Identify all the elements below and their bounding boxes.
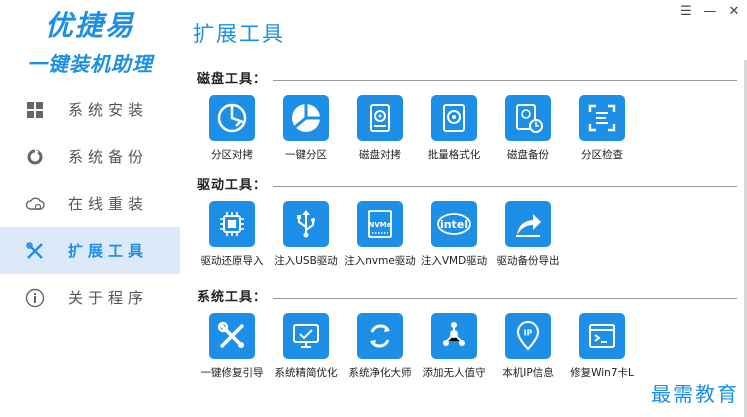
brand-subtitle: 一键装机助理 (27, 52, 153, 76)
tool-fix-win7[interactable]: 修复Win7卡L (565, 313, 639, 380)
batch-format-icon (431, 95, 477, 141)
tool-label: 添加无人值守 (422, 367, 486, 379)
chip-icon (209, 201, 255, 247)
section-header: 系统工具： (197, 286, 737, 305)
ip-location-icon: IP (505, 313, 551, 359)
sidebar-item-about[interactable]: 关于程序 (0, 274, 180, 321)
sidebar-item-extension-tools[interactable]: 扩展工具 (0, 227, 180, 274)
sidebar-item-label: 系统安装 (68, 101, 149, 119)
disk-copy-icon (357, 95, 403, 141)
sidebar-item-install[interactable]: 系统安装 (0, 86, 180, 133)
section-title: 驱动工具： (197, 178, 268, 193)
sidebar-item-label: 系统备份 (68, 148, 149, 166)
tool-one-click-partition[interactable]: 一键分区 (269, 95, 343, 162)
tool-inject-usb[interactable]: 注入USB驱动 (269, 201, 343, 268)
tool-system-clean[interactable]: 系统净化大师 (343, 313, 417, 380)
tool-inject-vmd[interactable]: intel 注入VMD驱动 (417, 201, 491, 268)
driver-tools-section: 驱动工具： 驱动还原导入 注入USB驱动 NVMe 注入nvme驱动 intel (197, 174, 737, 281)
section-title: 系统工具： (197, 290, 268, 305)
tool-local-ip-info[interactable]: IP 本机IP信息 (491, 313, 565, 380)
tool-label: 一键修复引导 (200, 367, 264, 379)
tool-disk-copy[interactable]: 磁盘对拷 (343, 95, 417, 162)
tool-grid: 分区对拷 一键分区 磁盘对拷 批量格式化 磁盘备份 分区检查 (197, 87, 737, 175)
tool-add-unattended[interactable]: 添加无人值守 (417, 313, 491, 380)
tool-label: 注入nvme驱动 (344, 255, 416, 267)
backup-icon (24, 146, 46, 168)
tool-disk-backup[interactable]: 磁盘备份 (491, 95, 565, 162)
tool-label: 分区对拷 (211, 149, 253, 161)
sidebar: 优捷易 一键装机助理 系统安装 系统备份 在线重装 扩展工具 关于程序 (0, 0, 180, 417)
sidebar-item-label: 关于程序 (68, 289, 149, 307)
system-tools-section: 系统工具： 一键修复引导 系统精简优化 系统净化大师 添加无人值守 IP 本机I… (197, 286, 737, 393)
sidebar-item-label: 扩展工具 (68, 242, 149, 260)
intel-text: intel (440, 218, 468, 231)
tool-grid: 驱动还原导入 注入USB驱动 NVMe 注入nvme驱动 intel 注入VMD… (197, 193, 737, 281)
tool-system-optimize[interactable]: 系统精简优化 (269, 313, 343, 380)
tool-label: 修复Win7卡L (570, 367, 634, 379)
close-button[interactable]: ✕ (727, 4, 741, 19)
tool-label: 分区检查 (581, 149, 623, 161)
disk-tools-section: 磁盘工具： 分区对拷 一键分区 磁盘对拷 批量格式化 磁盘备份 分区检查 (197, 68, 737, 175)
tool-repair-boot[interactable]: 一键修复引导 (195, 313, 269, 380)
tool-label: 本机IP信息 (502, 367, 554, 379)
tool-label: 系统精简优化 (274, 367, 338, 379)
tool-label: 注入USB驱动 (274, 255, 338, 267)
section-title: 磁盘工具： (197, 72, 268, 87)
tool-label: 驱动备份导出 (496, 255, 560, 267)
tool-label: 系统净化大师 (348, 367, 412, 379)
clean-icon (357, 313, 403, 359)
nvme-text: NVMe (369, 221, 392, 229)
export-icon (505, 201, 551, 247)
tool-batch-format[interactable]: 批量格式化 (417, 95, 491, 162)
page-title: 扩展工具 (193, 22, 285, 46)
info-icon (24, 287, 46, 309)
window-controls: ☰ — ✕ (679, 4, 741, 19)
pie-partition-icon (283, 95, 329, 141)
share-node-icon (431, 313, 477, 359)
section-header: 驱动工具： (197, 174, 737, 193)
minimize-button[interactable]: — (703, 4, 717, 19)
intel-icon: intel (431, 201, 477, 247)
brand-title: 优捷易 (44, 9, 135, 42)
divider (273, 298, 737, 299)
divider (273, 186, 737, 187)
sidebar-item-label: 在线重装 (68, 195, 149, 213)
tools-icon (24, 240, 46, 262)
sidebar-item-online-reinstall[interactable]: 在线重装 (0, 180, 180, 227)
tool-label: 批量格式化 (427, 149, 481, 161)
optimize-icon (283, 313, 329, 359)
tool-label: 注入VMD驱动 (420, 255, 488, 267)
tool-inject-nvme[interactable]: NVMe 注入nvme驱动 (343, 201, 417, 268)
menu-icon[interactable]: ☰ (679, 4, 693, 19)
tool-label: 磁盘对拷 (359, 149, 401, 161)
repair-icon (209, 313, 255, 359)
tool-label: 磁盘备份 (507, 149, 549, 161)
tool-partition-check[interactable]: 分区检查 (565, 95, 639, 162)
section-header: 磁盘工具： (197, 68, 737, 87)
cloud-icon (24, 193, 46, 215)
tool-label: 一键分区 (285, 149, 327, 161)
partition-check-icon (579, 95, 625, 141)
divider (273, 80, 737, 81)
tool-driver-restore[interactable]: 驱动还原导入 (195, 201, 269, 268)
partition-copy-icon (209, 95, 255, 141)
tool-partition-copy[interactable]: 分区对拷 (195, 95, 269, 162)
ip-text: IP (524, 329, 533, 338)
console-icon (579, 313, 625, 359)
usb-icon (283, 201, 329, 247)
tool-label: 驱动还原导入 (200, 255, 264, 267)
nvme-icon: NVMe (357, 201, 403, 247)
disk-backup-icon (505, 95, 551, 141)
watermark: 最需教育 (651, 378, 739, 407)
windows-icon (24, 99, 46, 121)
sidebar-nav: 系统安装 系统备份 在线重装 扩展工具 关于程序 (0, 86, 180, 321)
tool-driver-backup-export[interactable]: 驱动备份导出 (491, 201, 565, 268)
sidebar-item-backup[interactable]: 系统备份 (0, 133, 180, 180)
